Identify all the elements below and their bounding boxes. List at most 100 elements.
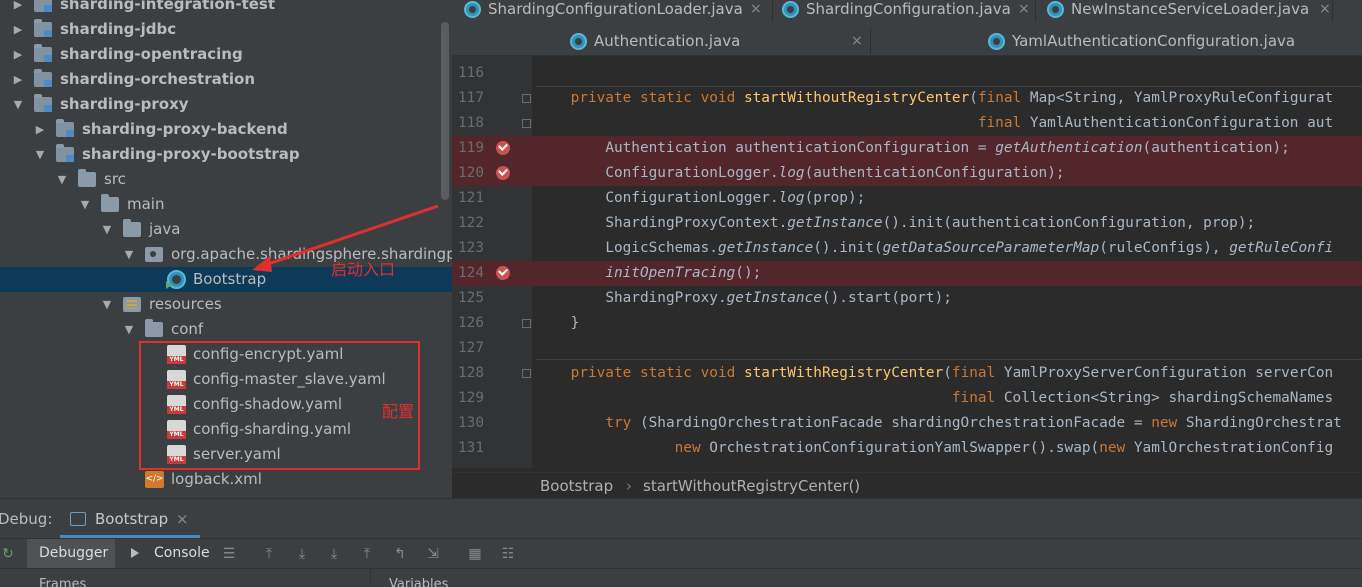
code-text: final Collection<String> shardingSchemaN… [951, 390, 1334, 406]
tree-item[interactable]: ▶ sharding-integration-test [0, 0, 452, 17]
close-icon[interactable]: × [1018, 0, 1030, 22]
breadcrumb-method[interactable]: startWithoutRegistryCenter() [643, 473, 860, 499]
folder-icon [145, 319, 163, 337]
code-line[interactable]: 128 private static void startWithRegistr… [452, 361, 1362, 386]
drop-frame-icon[interactable]: ↰ [392, 546, 408, 562]
tree-item[interactable]: ▶ sharding-opentracing [0, 42, 452, 67]
tab-authentication[interactable]: Authentication.java × [570, 28, 865, 54]
chevron-down-icon[interactable]: ▼ [123, 242, 135, 267]
chevron-down-icon[interactable]: ▼ [123, 317, 135, 342]
tree-item[interactable]: ▼ src [0, 167, 452, 192]
close-icon[interactable]: × [1319, 0, 1331, 22]
pane-divider[interactable] [370, 569, 371, 587]
tree-scrollbar[interactable] [441, 22, 449, 200]
tree-item[interactable]: ▼ conf [0, 317, 452, 342]
code-line[interactable]: 125 ShardingProxy.getInstance().start(po… [452, 286, 1362, 311]
fold-icon[interactable] [522, 119, 531, 128]
code-line[interactable]: 129 final Collection<String> shardingSch… [452, 386, 1362, 411]
show-execution-point-icon[interactable]: ⤒ [261, 546, 277, 562]
chevron-down-icon[interactable]: ▼ [12, 92, 24, 117]
breakpoint-icon[interactable] [496, 141, 510, 155]
line-number[interactable]: 123 [452, 236, 484, 261]
evaluate-icon[interactable]: ▦ [467, 546, 483, 562]
line-number[interactable]: 120 [452, 161, 484, 186]
line-number[interactable]: 119 [452, 136, 484, 161]
tab-debugger[interactable]: Debugger [39, 545, 108, 561]
chevron-right-icon[interactable]: ▶ [12, 42, 24, 67]
tree-item[interactable]: ▶ sharding-orchestration [0, 67, 452, 92]
chevron-right-icon[interactable]: ▶ [12, 67, 24, 92]
code-line[interactable]: 121 ConfigurationLogger.log(prop); [452, 186, 1362, 211]
tree-item[interactable]: ▼ main [0, 192, 452, 217]
tab-yaml-authentication-configuration[interactable]: YamlAuthenticationConfiguration.java [988, 28, 1308, 54]
code-line[interactable]: 127 [452, 336, 1362, 361]
chevron-right-icon[interactable]: ▶ [34, 117, 46, 142]
chevron-down-icon[interactable]: ▼ [101, 292, 113, 317]
breakpoint-icon[interactable] [496, 266, 510, 280]
java-class-icon [570, 33, 587, 50]
code-editor[interactable]: 116 117 private static void startWithoutR… [452, 56, 1362, 468]
fold-icon[interactable] [522, 94, 531, 103]
line-number[interactable]: 127 [452, 336, 484, 361]
tab-new-instance-service-loader[interactable]: NewInstanceServiceLoader.java × [1047, 0, 1337, 22]
line-number[interactable]: 121 [452, 186, 484, 211]
code-text: private static void startWithRegistryCen… [570, 365, 1334, 381]
rerun-icon[interactable]: ↻ [0, 546, 16, 562]
step-out-icon[interactable]: ⤒ [359, 546, 375, 562]
code-line[interactable]: 123 LogicSchemas.getInstance().init(getD… [452, 236, 1362, 261]
code-text: private static void startWithoutRegistry… [570, 90, 1334, 106]
code-line[interactable]: 131 new OrchestrationConfigurationYamlSw… [452, 436, 1362, 461]
java-class-icon [782, 1, 799, 18]
tree-item[interactable]: ▶ sharding-proxy-backend [0, 117, 452, 142]
close-icon[interactable]: × [750, 0, 762, 22]
code-line[interactable]: 119 Authentication authenticationConfigu… [452, 136, 1362, 161]
code-line[interactable]: 122 ShardingProxyContext.getInstance().i… [452, 211, 1362, 236]
tree-item[interactable]: ▶ sharding-jdbc [0, 17, 452, 42]
tree-item[interactable]: ▼ resources [0, 292, 452, 317]
step-over-icon[interactable]: ⤓ [294, 546, 310, 562]
line-number[interactable]: 125 [452, 286, 484, 311]
line-number[interactable]: 130 [452, 411, 484, 436]
code-line[interactable]: 120 ConfigurationLogger.log(authenticati… [452, 161, 1362, 186]
tree-item[interactable]: ▼ java [0, 217, 452, 242]
line-number[interactable]: 129 [452, 386, 484, 411]
breakpoint-icon[interactable] [496, 166, 510, 180]
close-icon[interactable]: × [851, 28, 863, 54]
code-line[interactable]: 126 } [452, 311, 1362, 336]
line-number[interactable]: 117 [452, 86, 484, 111]
chevron-right-icon[interactable]: ▶ [12, 0, 24, 17]
trace-icon[interactable]: ☷ [500, 546, 516, 562]
fold-icon[interactable] [522, 319, 531, 328]
debug-tool-window-header: Debug: Bootstrap × [0, 498, 1362, 538]
tree-item[interactable]: </> logback.xml [0, 467, 452, 492]
chevron-down-icon[interactable]: ▼ [79, 192, 91, 217]
tree-item[interactable]: ▼ sharding-proxy-bootstrap [0, 142, 452, 167]
chevron-down-icon[interactable]: ▼ [34, 142, 46, 167]
line-number[interactable]: 124 [452, 261, 484, 286]
code-line[interactable]: 117 private static void startWithoutRegi… [452, 86, 1362, 111]
tab-sharding-configuration-loader[interactable]: ShardingConfigurationLoader.java × [464, 0, 769, 22]
chevron-right-icon[interactable]: ▶ [12, 17, 24, 42]
line-number[interactable]: 131 [452, 436, 484, 461]
line-number[interactable]: 126 [452, 311, 484, 336]
line-number[interactable]: 122 [452, 211, 484, 236]
debug-session-tab[interactable]: Bootstrap [95, 510, 168, 528]
line-number[interactable]: 116 [452, 61, 484, 86]
code-line[interactable]: 130 try (ShardingOrchestrationFacade sha… [452, 411, 1362, 436]
close-icon[interactable]: × [176, 510, 189, 528]
fold-icon[interactable] [522, 369, 531, 378]
line-number[interactable]: 128 [452, 361, 484, 386]
chevron-down-icon[interactable]: ▼ [101, 217, 113, 242]
tab-sharding-configuration[interactable]: ShardingConfiguration.java × [782, 0, 1032, 22]
code-line[interactable]: 118 final YamlAuthenticationConfiguratio… [452, 111, 1362, 136]
line-number[interactable]: 118 [452, 111, 484, 136]
run-to-cursor-icon[interactable]: ⇲ [425, 546, 441, 562]
tab-console[interactable]: Console [154, 545, 210, 561]
chevron-down-icon[interactable]: ▼ [56, 167, 68, 192]
step-into-icon[interactable]: ⤓ [326, 546, 342, 562]
code-line[interactable]: 124 initOpenTracing(); [452, 261, 1362, 286]
menu-icon[interactable]: ☰ [221, 546, 237, 562]
tree-item[interactable]: ▼ sharding-proxy [0, 92, 452, 117]
code-line[interactable]: 116 [452, 61, 1362, 86]
breadcrumb-class[interactable]: Bootstrap [540, 473, 613, 499]
